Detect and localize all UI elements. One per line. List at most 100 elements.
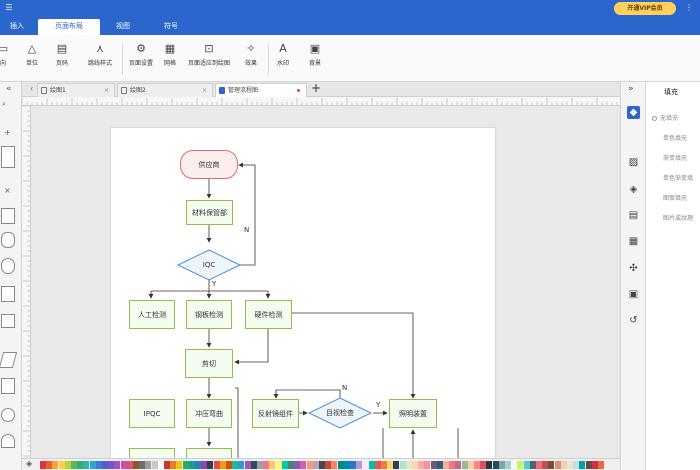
- color-swatch[interactable]: [288, 461, 294, 469]
- color-swatch[interactable]: [430, 461, 437, 469]
- vip-button[interactable]: 开通VIP会员: [614, 2, 676, 15]
- color-swatch[interactable]: [467, 461, 474, 469]
- color-swatch[interactable]: [257, 461, 263, 469]
- color-swatch[interactable]: [455, 461, 462, 469]
- tab-view[interactable]: 视图: [108, 19, 138, 35]
- color-swatch[interactable]: [356, 461, 363, 469]
- node-cut[interactable]: 剪切: [185, 349, 233, 378]
- layers-icon[interactable]: ◈: [627, 183, 640, 196]
- color-swatch[interactable]: [505, 461, 511, 469]
- color-swatch[interactable]: [52, 461, 59, 469]
- color-swatch[interactable]: [474, 461, 480, 469]
- tab-page-layout[interactable]: 页面布局: [38, 19, 100, 35]
- color-swatch[interactable]: [306, 461, 313, 469]
- color-swatch[interactable]: [436, 461, 443, 469]
- expand-panel-icon[interactable]: »: [628, 84, 634, 94]
- node-board-check[interactable]: 钢板检测: [186, 300, 232, 329]
- color-swatch[interactable]: [139, 461, 146, 469]
- direction-button[interactable]: ▭ 向: [0, 39, 10, 79]
- color-swatch[interactable]: [126, 461, 133, 469]
- fill-bucket-icon[interactable]: ◈: [26, 459, 32, 468]
- color-swatch[interactable]: [461, 461, 468, 469]
- color-swatch[interactable]: [529, 461, 536, 469]
- shape-document[interactable]: [1, 378, 15, 394]
- tab-insert[interactable]: 插入: [0, 19, 34, 35]
- color-swatch[interactable]: [145, 461, 152, 469]
- color-swatch[interactable]: [567, 461, 573, 469]
- fit-page-button[interactable]: ⊡ 页面适应到绘图: [182, 39, 236, 79]
- color-swatch[interactable]: [188, 461, 195, 469]
- grid-button[interactable]: ▦ 网格: [160, 39, 180, 79]
- fill-option-solid[interactable]: 单色填充: [663, 133, 687, 142]
- node-supplier[interactable]: 供应商: [180, 150, 238, 179]
- color-swatch[interactable]: [77, 461, 84, 469]
- page-number-button[interactable]: ▤ 页码: [50, 39, 74, 79]
- color-swatch[interactable]: [498, 461, 505, 469]
- color-swatch[interactable]: [443, 461, 449, 469]
- fill-option-picture[interactable]: 图片或纹理: [663, 213, 693, 222]
- page-setup-button[interactable]: ⚙ 页面设置: [124, 39, 158, 79]
- shape-rectangle[interactable]: [1, 286, 15, 302]
- fill-option-gradient[interactable]: 渐变填充: [663, 153, 687, 162]
- connect-icon[interactable]: ✣: [627, 262, 640, 275]
- color-swatch[interactable]: [64, 461, 71, 469]
- color-swatch[interactable]: [337, 461, 344, 469]
- color-swatch[interactable]: [517, 461, 524, 469]
- color-swatch[interactable]: [281, 461, 288, 469]
- history-icon[interactable]: ↺: [627, 314, 640, 327]
- color-swatch[interactable]: [269, 461, 276, 469]
- node-lighting[interactable]: 照明装置: [389, 399, 437, 428]
- collapse-left-icon[interactable]: «: [6, 84, 12, 94]
- doc-tab-drawing2[interactable]: 绘图2 ×: [117, 83, 213, 97]
- tab-symbol[interactable]: 符号: [156, 19, 186, 35]
- node-reflector[interactable]: 反射镜组件: [252, 399, 299, 428]
- color-swatch[interactable]: [511, 461, 518, 469]
- color-swatch[interactable]: [201, 461, 208, 469]
- close-icon[interactable]: ×: [202, 84, 207, 97]
- node-hardware-check[interactable]: 硬件检测: [245, 300, 292, 329]
- color-swatch[interactable]: [362, 461, 369, 469]
- color-swatch[interactable]: [548, 461, 555, 469]
- color-swatch[interactable]: [102, 461, 108, 469]
- search-icon[interactable]: ⌕: [2, 100, 6, 109]
- drawing-canvas[interactable]: 供应商 材料保管部 IQC 人工检测 钢板检测 硬件检测 剪切 IPQC 冲压弯…: [31, 106, 620, 458]
- color-swatch[interactable]: [263, 461, 270, 469]
- node-partial[interactable]: [186, 448, 232, 458]
- page-icon[interactable]: ▤: [627, 209, 640, 222]
- color-swatch[interactable]: [598, 461, 604, 469]
- shape-rectangle[interactable]: [1, 208, 15, 224]
- close-icon[interactable]: ×: [104, 84, 109, 97]
- fill-option-single-gradient[interactable]: 单色渐变填: [663, 173, 693, 182]
- color-swatch[interactable]: [195, 461, 201, 469]
- doc-tab-drawing1[interactable]: 绘图1 ×: [37, 83, 115, 97]
- color-swatch[interactable]: [300, 461, 307, 469]
- color-swatch[interactable]: [46, 461, 53, 469]
- color-swatch[interactable]: [275, 461, 282, 469]
- jump-line-button[interactable]: ⋏ 跳线样式: [84, 39, 116, 79]
- color-swatch[interactable]: [182, 461, 189, 469]
- color-swatch[interactable]: [312, 461, 319, 469]
- color-swatch[interactable]: [585, 461, 592, 469]
- color-swatch[interactable]: [350, 461, 356, 469]
- add-tab-icon[interactable]: +: [311, 81, 321, 95]
- color-swatch[interactable]: [244, 461, 251, 469]
- scroll-left-icon[interactable]: ‹: [30, 84, 33, 93]
- color-swatch[interactable]: [133, 461, 139, 469]
- shape-delay[interactable]: [1, 434, 15, 448]
- color-swatch[interactable]: [238, 461, 245, 469]
- color-swatch[interactable]: [343, 461, 350, 469]
- color-swatch[interactable]: [591, 461, 598, 469]
- color-swatch[interactable]: [325, 461, 332, 469]
- more-icon[interactable]: ⋮: [684, 3, 694, 13]
- color-swatch[interactable]: [151, 461, 158, 469]
- color-swatch[interactable]: [523, 461, 530, 469]
- menu-icon[interactable]: ☰: [4, 3, 14, 13]
- color-swatch[interactable]: [83, 461, 90, 469]
- chart-icon[interactable]: ▦: [627, 235, 640, 248]
- add-icon[interactable]: +: [4, 128, 11, 137]
- color-swatch[interactable]: [579, 461, 586, 469]
- node-stamping[interactable]: 冲压弯曲: [186, 399, 232, 428]
- color-swatch[interactable]: [226, 461, 232, 469]
- shape-rounded-rect[interactable]: [1, 232, 15, 248]
- color-swatch[interactable]: [486, 461, 493, 469]
